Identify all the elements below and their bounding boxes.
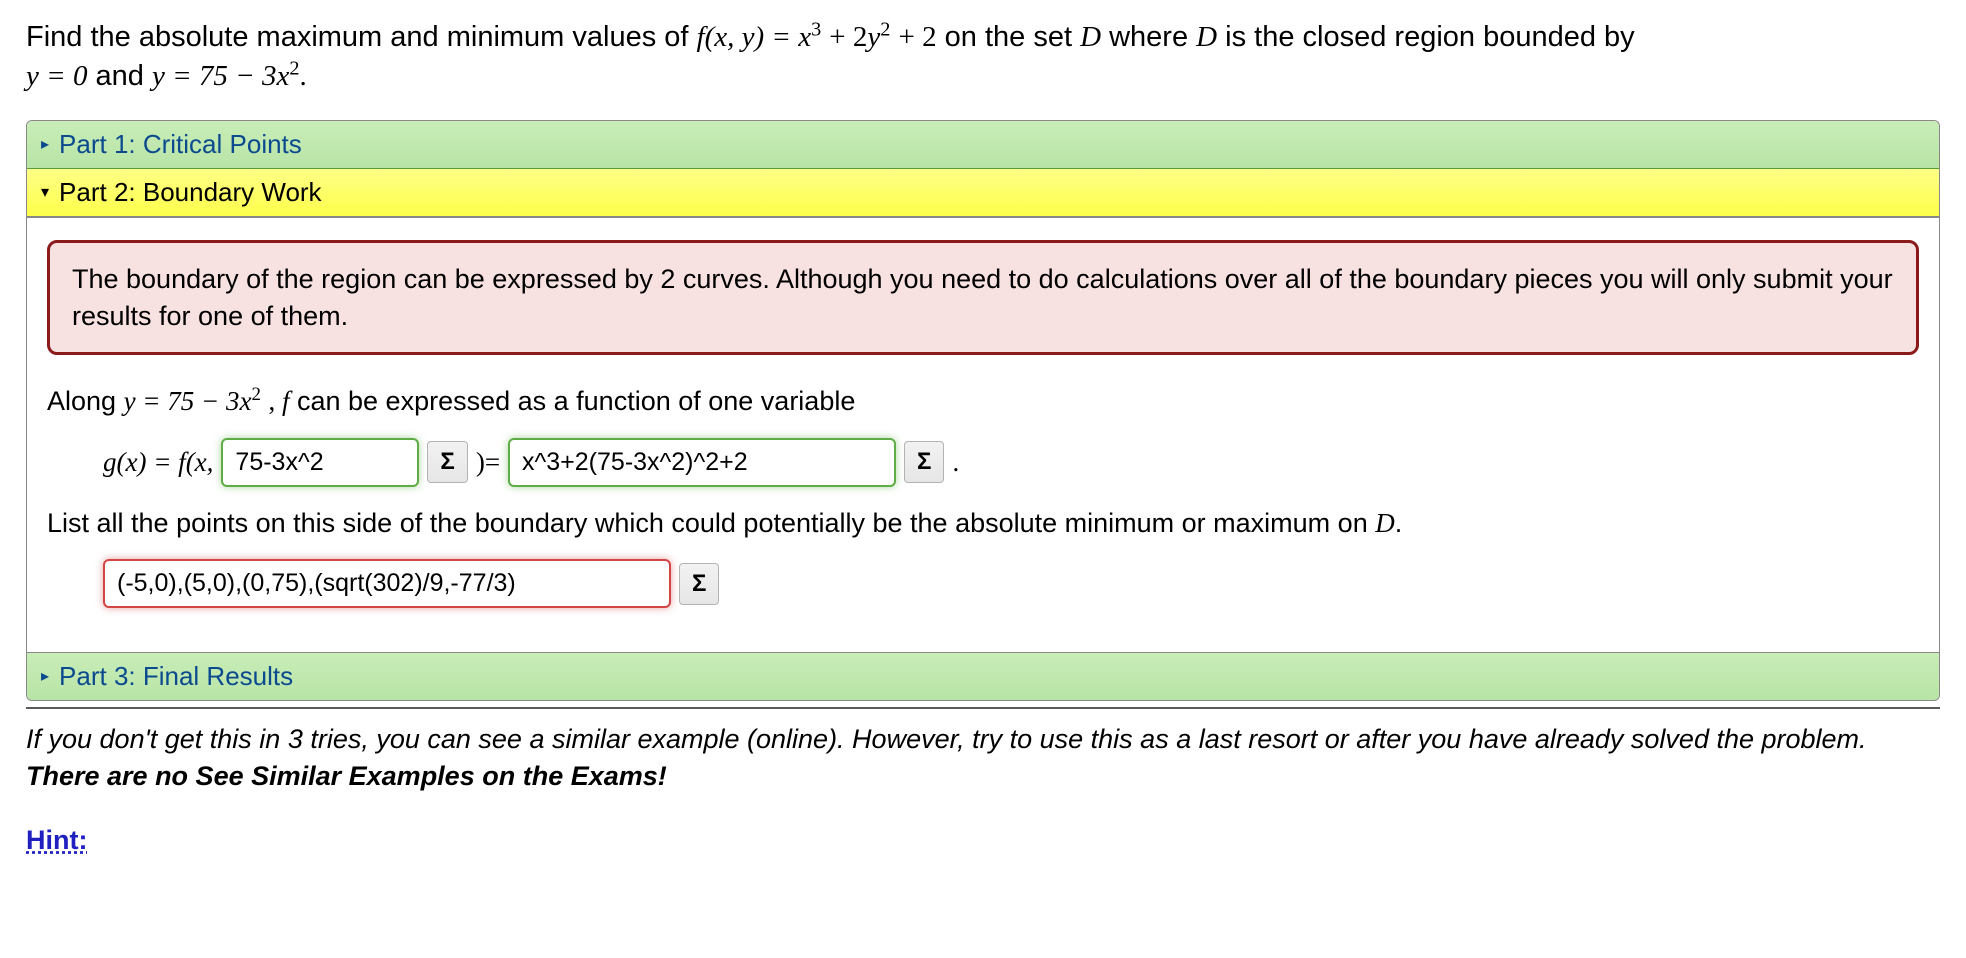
set-D-2: D bbox=[1196, 21, 1217, 53]
math-plus-2: + 2 bbox=[829, 21, 867, 53]
list-points-text: List all the points on this side of the … bbox=[47, 505, 1919, 541]
list-pre: List all the points on this side of the … bbox=[47, 508, 1375, 538]
math-y0: y = 0 bbox=[26, 60, 87, 92]
along-comma: , bbox=[268, 386, 282, 416]
math-exp3: 3 bbox=[811, 18, 821, 40]
alert-text: The boundary of the region can be expres… bbox=[72, 264, 1893, 330]
points-row: Σ bbox=[103, 559, 1919, 608]
y-substitution-input[interactable] bbox=[221, 438, 419, 487]
math-exp2: 2 bbox=[880, 18, 890, 40]
prompt-period: . bbox=[300, 60, 307, 92]
part-1-header[interactable]: ▸ Part 1: Critical Points bbox=[27, 121, 1939, 169]
footer-italic: If you don't get this in 3 tries, you ca… bbox=[26, 724, 1867, 754]
math-y75-lhs: y = 75 − 3 bbox=[152, 60, 277, 92]
chevron-right-icon: ▸ bbox=[41, 669, 49, 685]
along-eq-exp: 2 bbox=[251, 384, 260, 405]
parts-accordion: ▸ Part 1: Critical Points ▾ Part 2: Boun… bbox=[26, 120, 1940, 701]
math-plus-2b: + 2 bbox=[898, 21, 936, 53]
part-2-label: Part 2: Boundary Work bbox=[59, 175, 322, 210]
along-f: f bbox=[282, 386, 290, 416]
math-x: x bbox=[798, 21, 811, 53]
along-pre: Along bbox=[47, 386, 124, 416]
math-func-def-lhs: f(x, y) = bbox=[697, 21, 799, 53]
row-period: . bbox=[952, 444, 959, 480]
hint-section: Hint: bbox=[26, 822, 1940, 858]
list-post: . bbox=[1395, 508, 1403, 538]
footer-bold: There are no See Similar Examples on the… bbox=[26, 761, 667, 791]
hint-link[interactable]: Hint: bbox=[26, 825, 87, 855]
part-3-header[interactable]: ▸ Part 3: Final Results bbox=[27, 652, 1939, 700]
prompt-text-2: on the set bbox=[945, 21, 1080, 53]
g-of-x-row: g(x) = f(x, Σ )= Σ . bbox=[103, 438, 1919, 487]
equation-editor-button-1[interactable]: Σ bbox=[427, 441, 467, 483]
equation-editor-button-3[interactable]: Σ bbox=[679, 563, 719, 605]
equation-editor-button-2[interactable]: Σ bbox=[904, 441, 944, 483]
divider bbox=[26, 707, 1940, 709]
math-y75-exp: 2 bbox=[289, 57, 299, 79]
set-D-1: D bbox=[1080, 21, 1101, 53]
part-2-body: The boundary of the region can be expres… bbox=[27, 217, 1939, 652]
gx-lhs: g(x) = f(x, bbox=[103, 444, 213, 480]
boundary-points-input[interactable] bbox=[103, 559, 671, 608]
part-1-label: Part 1: Critical Points bbox=[59, 127, 302, 162]
prompt-and: and bbox=[96, 60, 152, 92]
list-D: D bbox=[1375, 508, 1395, 538]
math-y: y bbox=[867, 21, 880, 53]
prompt-text-1: Find the absolute maximum and minimum va… bbox=[26, 21, 697, 53]
math-y75-x: x bbox=[276, 60, 289, 92]
chevron-down-icon: ▾ bbox=[41, 185, 49, 201]
along-eq-x: x bbox=[240, 386, 252, 416]
along-post: can be expressed as a function of one va… bbox=[297, 386, 855, 416]
boundary-alert: The boundary of the region can be expres… bbox=[47, 240, 1919, 355]
part-3-label: Part 3: Final Results bbox=[59, 659, 293, 694]
along-eq-lhs: y = 75 − 3 bbox=[124, 386, 240, 416]
footer-note: If you don't get this in 3 tries, you ca… bbox=[26, 721, 1940, 794]
chevron-right-icon: ▸ bbox=[41, 137, 49, 153]
prompt-text-4: is the closed region bounded by bbox=[1225, 21, 1635, 53]
problem-statement: Find the absolute maximum and minimum va… bbox=[26, 18, 1940, 96]
prompt-text-3: where bbox=[1109, 21, 1196, 53]
part-2-header[interactable]: ▾ Part 2: Boundary Work bbox=[27, 169, 1939, 217]
g-expression-input[interactable] bbox=[508, 438, 896, 487]
close-paren-eq: )= bbox=[476, 444, 500, 480]
along-curve-text: Along y = 75 − 3x2 , f can be expressed … bbox=[47, 383, 1919, 419]
